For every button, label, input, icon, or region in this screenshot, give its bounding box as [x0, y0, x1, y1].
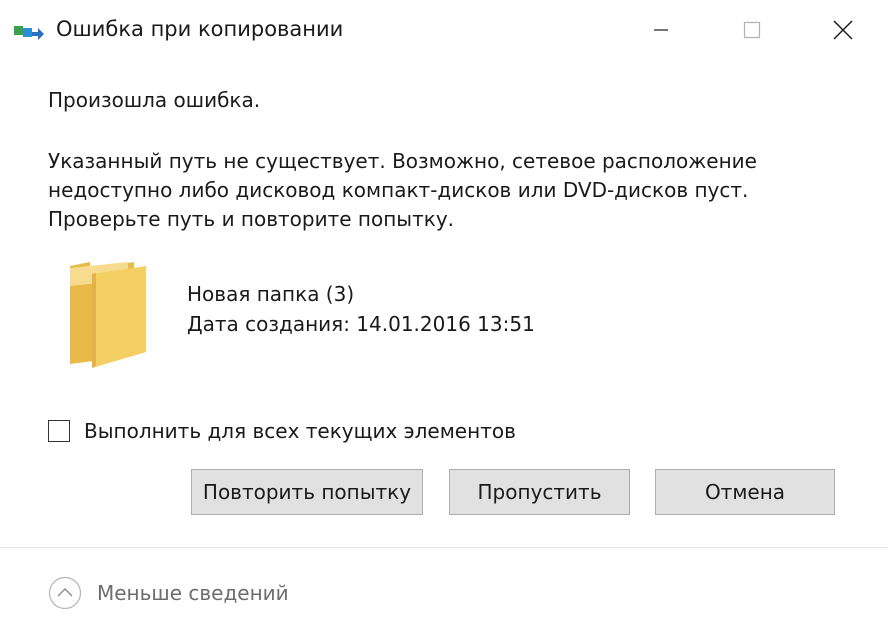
copy-app-icon: [14, 26, 44, 40]
retry-button[interactable]: Повторить попытку: [191, 469, 423, 515]
cancel-button[interactable]: Отмена: [655, 469, 835, 515]
chevron-up-icon[interactable]: [48, 576, 82, 610]
apply-all-label[interactable]: Выполнить для всех текущих элементов: [84, 419, 516, 443]
apply-all-row[interactable]: Выполнить для всех текущих элементов: [48, 419, 516, 443]
error-message-line: Проверьте путь и повторите попытку.: [48, 207, 455, 231]
window-title: Ошибка при копировании: [56, 17, 344, 41]
error-message: Указанный путь не существует. Возможно, …: [48, 147, 848, 234]
item-date: Дата создания: 14.01.2016 13:51: [187, 312, 535, 336]
folder-icon: [70, 262, 146, 368]
minimize-button[interactable]: [638, 6, 684, 54]
error-message-line: Указанный путь не существует. Возможно, …: [48, 149, 757, 173]
error-heading: Произошла ошибка.: [48, 88, 261, 112]
divider: [0, 547, 888, 548]
close-icon: [833, 20, 853, 40]
close-button[interactable]: [820, 6, 866, 54]
apply-all-checkbox[interactable]: [48, 420, 70, 442]
item-name: Новая папка (3): [187, 282, 355, 306]
details-toggle-label[interactable]: Меньше сведений: [97, 581, 289, 605]
maximize-icon: [743, 21, 761, 39]
error-message-line: недоступно либо дисковод компакт-дисков …: [48, 178, 749, 202]
copy-error-dialog: Ошибка при копировании Произошла ошибка.…: [0, 0, 888, 628]
skip-button[interactable]: Пропустить: [449, 469, 630, 515]
maximize-button[interactable]: [729, 6, 775, 54]
minimize-icon: [654, 29, 668, 31]
title-bar[interactable]: Ошибка при копировании: [0, 0, 888, 62]
details-toggle[interactable]: Меньше сведений: [48, 576, 289, 610]
